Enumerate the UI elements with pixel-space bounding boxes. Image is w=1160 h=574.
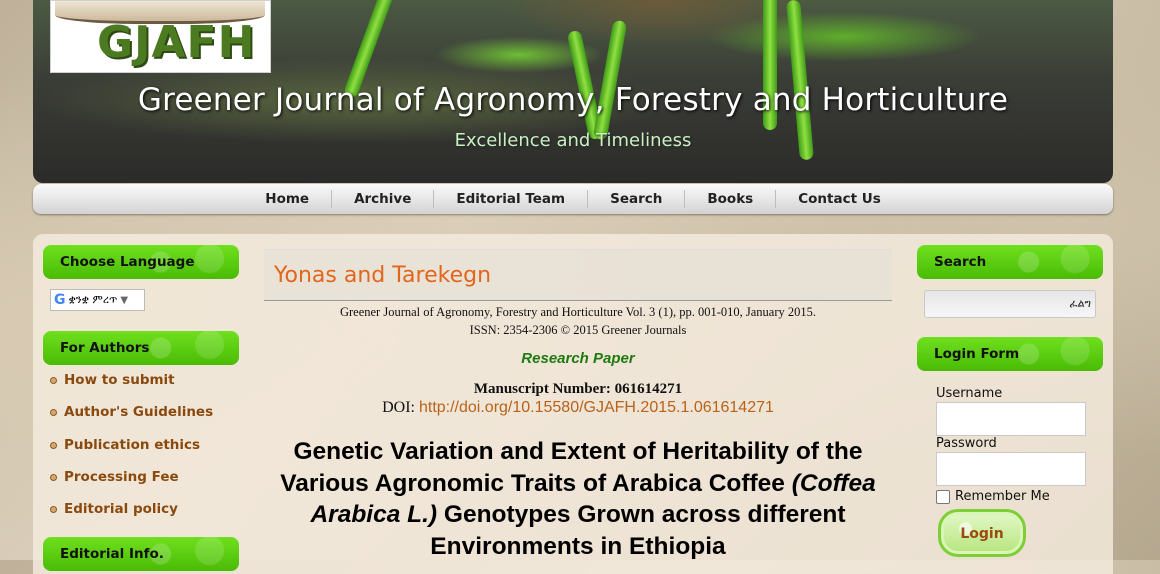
sprout-image	[592, 19, 628, 141]
username-label: Username	[936, 386, 1003, 401]
bullet-icon	[50, 473, 57, 481]
menu-item-editorial-policy[interactable]: Editorial policy	[50, 501, 213, 533]
for-authors-heading: For Authors	[43, 331, 239, 365]
issn-line: ISSN: 2354-2306 © 2015 Greener Journals	[469, 323, 687, 337]
menu-item-label: How to submit	[64, 372, 175, 388]
remember-me[interactable]: Remember Me	[936, 489, 1050, 504]
paper-type: Research Paper	[521, 350, 635, 367]
menu-item-how-to-submit[interactable]: How to submit	[50, 372, 213, 404]
citation-line: Greener Journal of Agronomy, Forestry an…	[339, 305, 817, 319]
main-navigation: Home Archive Editorial Team Search Books…	[33, 184, 1113, 214]
search-heading: Search	[917, 245, 1103, 279]
password-label: Password	[936, 436, 997, 451]
bullet-icon	[50, 409, 57, 417]
menu-item-label: Publication ethics	[64, 436, 201, 453]
article-authors: Yonas and Tarekegn	[274, 263, 492, 288]
remember-me-label: Remember Me	[955, 489, 1050, 504]
site-slogan: Excellence and Timeliness	[454, 130, 692, 151]
menu-item-authors-guidelines[interactable]: Author's Guidelines	[50, 404, 213, 436]
menu-item-label: Editorial policy	[64, 501, 178, 518]
citation: Greener Journal of Agronomy, Forestry an…	[264, 303, 892, 339]
paper-title: Genetic Variation and Extent of Heritabi…	[264, 436, 892, 562]
language-select[interactable]: G ቋንቋ ምረጥ ▼	[50, 289, 145, 311]
remember-me-checkbox[interactable]	[936, 489, 950, 504]
language-selected-value: ቋንቋ ምረጥ	[68, 293, 118, 306]
password-field[interactable]	[936, 452, 1086, 486]
bullet-icon	[50, 441, 57, 449]
menu-item-label: Processing Fee	[64, 468, 179, 485]
bullet-icon	[50, 506, 57, 514]
login-form-heading: Login Form	[917, 337, 1103, 371]
manuscript-number: Manuscript Number: 061614271	[473, 381, 683, 397]
logo-text: GJAFH	[97, 17, 256, 68]
doi-link[interactable]: http://doi.org/10.15580/GJAFH.2015.1.061…	[419, 399, 774, 416]
doi-label: DOI:	[382, 399, 415, 416]
nav-archive[interactable]: Archive	[332, 190, 435, 208]
nav-books[interactable]: Books	[685, 190, 777, 208]
nav-home[interactable]: Home	[243, 190, 333, 208]
site-title[interactable]: Greener Journal of Agronomy, Forestry an…	[33, 82, 1113, 118]
nav-search[interactable]: Search	[588, 190, 686, 208]
title-rest: Genotypes Grown across different Environ…	[430, 501, 846, 560]
username-field[interactable]	[936, 402, 1086, 436]
title-main: Genetic Variation and Extent of Heritabi…	[280, 438, 863, 497]
search-input[interactable]: ፈልግ	[924, 290, 1096, 318]
dropdown-arrow-icon: ▼	[120, 294, 129, 306]
bullet-icon	[50, 377, 57, 384]
menu-item-label: Author's Guidelines	[64, 404, 214, 421]
google-icon: G	[54, 292, 66, 308]
choose-language-heading: Choose Language	[43, 245, 239, 279]
nav-contact-us[interactable]: Contact Us	[776, 190, 903, 208]
journal-logo[interactable]: GJAFH	[50, 0, 271, 73]
search-button-label[interactable]: ፈልግ	[1069, 297, 1091, 310]
nav-editorial-team[interactable]: Editorial Team	[434, 190, 589, 208]
menu-item-processing-fee[interactable]: Processing Fee	[50, 469, 213, 501]
menu-item-publication-ethics[interactable]: Publication ethics	[50, 437, 213, 469]
doi-line: DOI: http://doi.org/10.15580/GJAFH.2015.…	[264, 399, 892, 417]
login-button[interactable]: Login	[938, 509, 1026, 557]
authors-menu: How to submit Author's Guidelines Public…	[50, 372, 213, 533]
editorial-info-heading: Editorial Info.	[43, 537, 239, 571]
